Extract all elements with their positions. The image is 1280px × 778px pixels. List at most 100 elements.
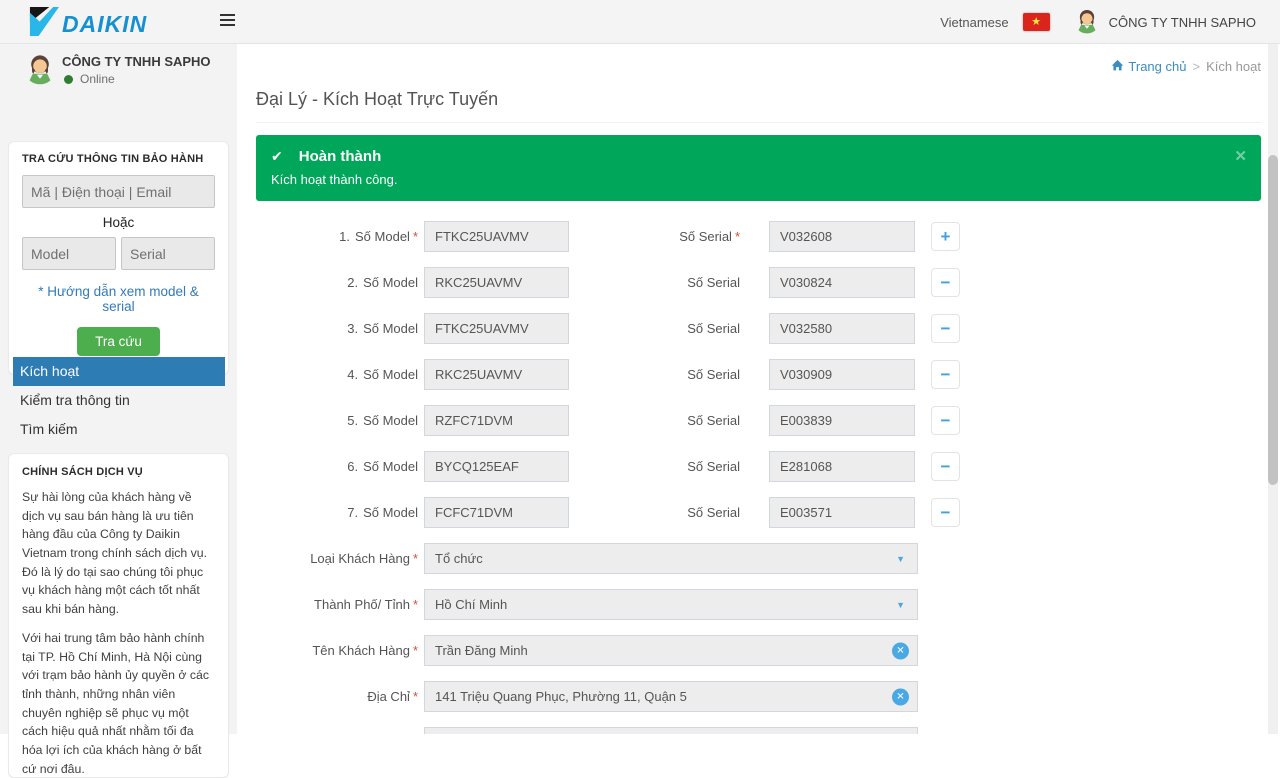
customer-name-input[interactable]	[425, 636, 917, 665]
serial-input[interactable]	[769, 497, 915, 528]
model-input[interactable]	[424, 267, 569, 298]
required-asterisk: *	[735, 229, 740, 244]
sidebar-item-activate[interactable]: Kích hoạt	[13, 357, 225, 386]
sidebar-user-panel: CÔNG TY TNHH SAPHO Online	[0, 44, 237, 94]
add-row-button[interactable]: +	[931, 222, 960, 251]
address-label: Địa Chỉ	[367, 689, 410, 704]
model-label: Số Model	[363, 275, 418, 290]
online-status-icon	[64, 75, 73, 84]
model-input[interactable]	[424, 405, 569, 436]
serial-input[interactable]	[769, 405, 915, 436]
serial-input[interactable]	[769, 451, 915, 482]
success-alert: ✔ Hoàn thành Kích hoạt thành công. ✕	[256, 135, 1261, 201]
row-number: 5.	[347, 413, 358, 428]
brand-wordmark: DAIKIN	[62, 11, 147, 38]
lookup-search-button[interactable]: Tra cứu	[77, 327, 160, 356]
next-field-input[interactable]	[425, 728, 917, 734]
lookup-heading: TRA CỨU THÔNG TIN BẢO HÀNH	[22, 153, 215, 165]
serial-label: Số Serial	[687, 505, 740, 520]
page-title: Đại Lý - Kích Hoạt Trực Tuyến	[256, 89, 1261, 123]
product-row: 2.Số Model Số Serial −	[256, 267, 1261, 298]
customer-name-field: ✕	[424, 635, 918, 666]
customer-name-row: Tên Khách Hàng* ✕	[256, 635, 1261, 666]
language-label[interactable]: Vietnamese	[940, 15, 1008, 30]
model-serial-guide-link[interactable]: * Hướng dẫn xem model & serial	[22, 284, 215, 314]
product-row: 5.Số Model Số Serial −	[256, 405, 1261, 436]
serial-input[interactable]	[769, 267, 915, 298]
remove-row-button[interactable]: −	[931, 314, 960, 343]
address-input[interactable]	[425, 682, 917, 711]
product-row: 7. Số Model Số Serial −	[256, 497, 1261, 528]
breadcrumb-home-link[interactable]: Trang chủ	[1128, 59, 1186, 74]
sidebar: CÔNG TY TNHH SAPHO Online TRA CỨU THÔNG …	[0, 44, 237, 734]
lookup-model-input[interactable]	[22, 237, 116, 270]
remove-row-button[interactable]: −	[931, 406, 960, 435]
sidebar-item-check-info[interactable]: Kiểm tra thông tin	[13, 386, 225, 415]
clear-icon[interactable]: ✕	[892, 642, 909, 659]
city-select[interactable]: Hồ Chí Minh ▼	[424, 589, 918, 620]
home-icon	[1111, 59, 1124, 74]
policy-paragraph-2: Với hai trung tâm bảo hành chính tại TP.…	[22, 629, 215, 778]
address-row: Địa Chỉ* ✕	[256, 681, 1261, 712]
warranty-lookup-card: TRA CỨU THÔNG TIN BẢO HÀNH Hoặc * Hướng …	[8, 141, 229, 375]
model-input[interactable]	[424, 359, 569, 390]
remove-row-button[interactable]: −	[931, 498, 960, 527]
required-asterisk: *	[413, 643, 418, 658]
sidebar-item-search[interactable]: Tìm kiếm	[13, 415, 225, 444]
check-icon: ✔	[271, 148, 283, 165]
remove-row-button[interactable]: −	[931, 360, 960, 389]
serial-label: Số Serial	[687, 321, 740, 336]
customer-type-label: Loại Khách Hàng	[310, 551, 410, 566]
vietnam-flag-icon[interactable]: ★	[1023, 13, 1050, 31]
user-avatar[interactable]	[1074, 8, 1100, 37]
lookup-serial-input[interactable]	[121, 237, 215, 270]
serial-input[interactable]	[769, 221, 915, 252]
daikin-logo-icon	[26, 7, 59, 39]
lookup-code-input[interactable]	[22, 175, 215, 208]
row-number: 4.	[347, 367, 358, 382]
model-input[interactable]	[424, 451, 569, 482]
header-user-name[interactable]: CÔNG TY TNHH SAPHO	[1109, 15, 1256, 30]
alert-message: Kích hoạt thành công.	[271, 172, 1246, 187]
hamburger-menu-icon[interactable]	[220, 14, 236, 28]
serial-label: Số Serial	[679, 229, 732, 244]
top-header: DAIKIN Vietnamese ★ CÔNG TY TNHH SAPHO	[0, 0, 1280, 44]
model-label: Số Model	[363, 505, 418, 520]
service-policy-card: CHÍNH SÁCH DỊCH VỤ Sự hài lòng của khách…	[8, 453, 229, 778]
alert-title: Hoàn thành	[299, 148, 382, 165]
product-row: 1.Số Model* Số Serial* +	[256, 221, 1261, 252]
product-row: 4.Số Model Số Serial −	[256, 359, 1261, 390]
product-row: 6.Số Model Số Serial −	[256, 451, 1261, 482]
chevron-down-icon: ▼	[896, 600, 905, 610]
row-number: 1.	[339, 229, 350, 244]
sidebar-user-name: CÔNG TY TNHH SAPHO	[62, 54, 211, 69]
model-input[interactable]	[424, 221, 569, 252]
main-content: Trang chủ>Kích hoạt Đại Lý - Kích Hoạt T…	[237, 44, 1280, 734]
model-label: Số Model	[363, 459, 418, 474]
customer-type-select[interactable]: Tổ chức ▼	[424, 543, 918, 574]
online-status-label: Online	[80, 72, 115, 86]
sidebar-user-avatar	[24, 73, 56, 88]
row-number: 7.	[347, 505, 358, 520]
required-asterisk: *	[413, 689, 418, 704]
chevron-down-icon: ▼	[896, 554, 905, 564]
serial-input[interactable]	[769, 313, 915, 344]
scrollbar-thumb[interactable]	[1268, 155, 1278, 485]
model-input[interactable]	[424, 313, 569, 344]
city-row: Thành Phố/ Tỉnh* Hồ Chí Minh ▼	[256, 589, 1261, 620]
clear-icon[interactable]: ✕	[892, 688, 909, 705]
policy-paragraph-1: Sự hài lòng của khách hàng về dịch vụ sa…	[22, 488, 215, 619]
model-label: Số Model	[363, 321, 418, 336]
model-label: Số Model	[363, 413, 418, 428]
or-label: Hoặc	[22, 215, 215, 230]
close-icon[interactable]: ✕	[1234, 147, 1247, 165]
remove-row-button[interactable]: −	[931, 452, 960, 481]
product-row: 3.Số Model Số Serial −	[256, 313, 1261, 344]
required-asterisk: *	[413, 597, 418, 612]
required-asterisk: *	[413, 551, 418, 566]
remove-row-button[interactable]: −	[931, 268, 960, 297]
serial-input[interactable]	[769, 359, 915, 390]
breadcrumb-current: Kích hoạt	[1206, 59, 1261, 74]
model-input[interactable]	[424, 497, 569, 528]
daikin-logo[interactable]: DAIKIN	[26, 7, 147, 39]
